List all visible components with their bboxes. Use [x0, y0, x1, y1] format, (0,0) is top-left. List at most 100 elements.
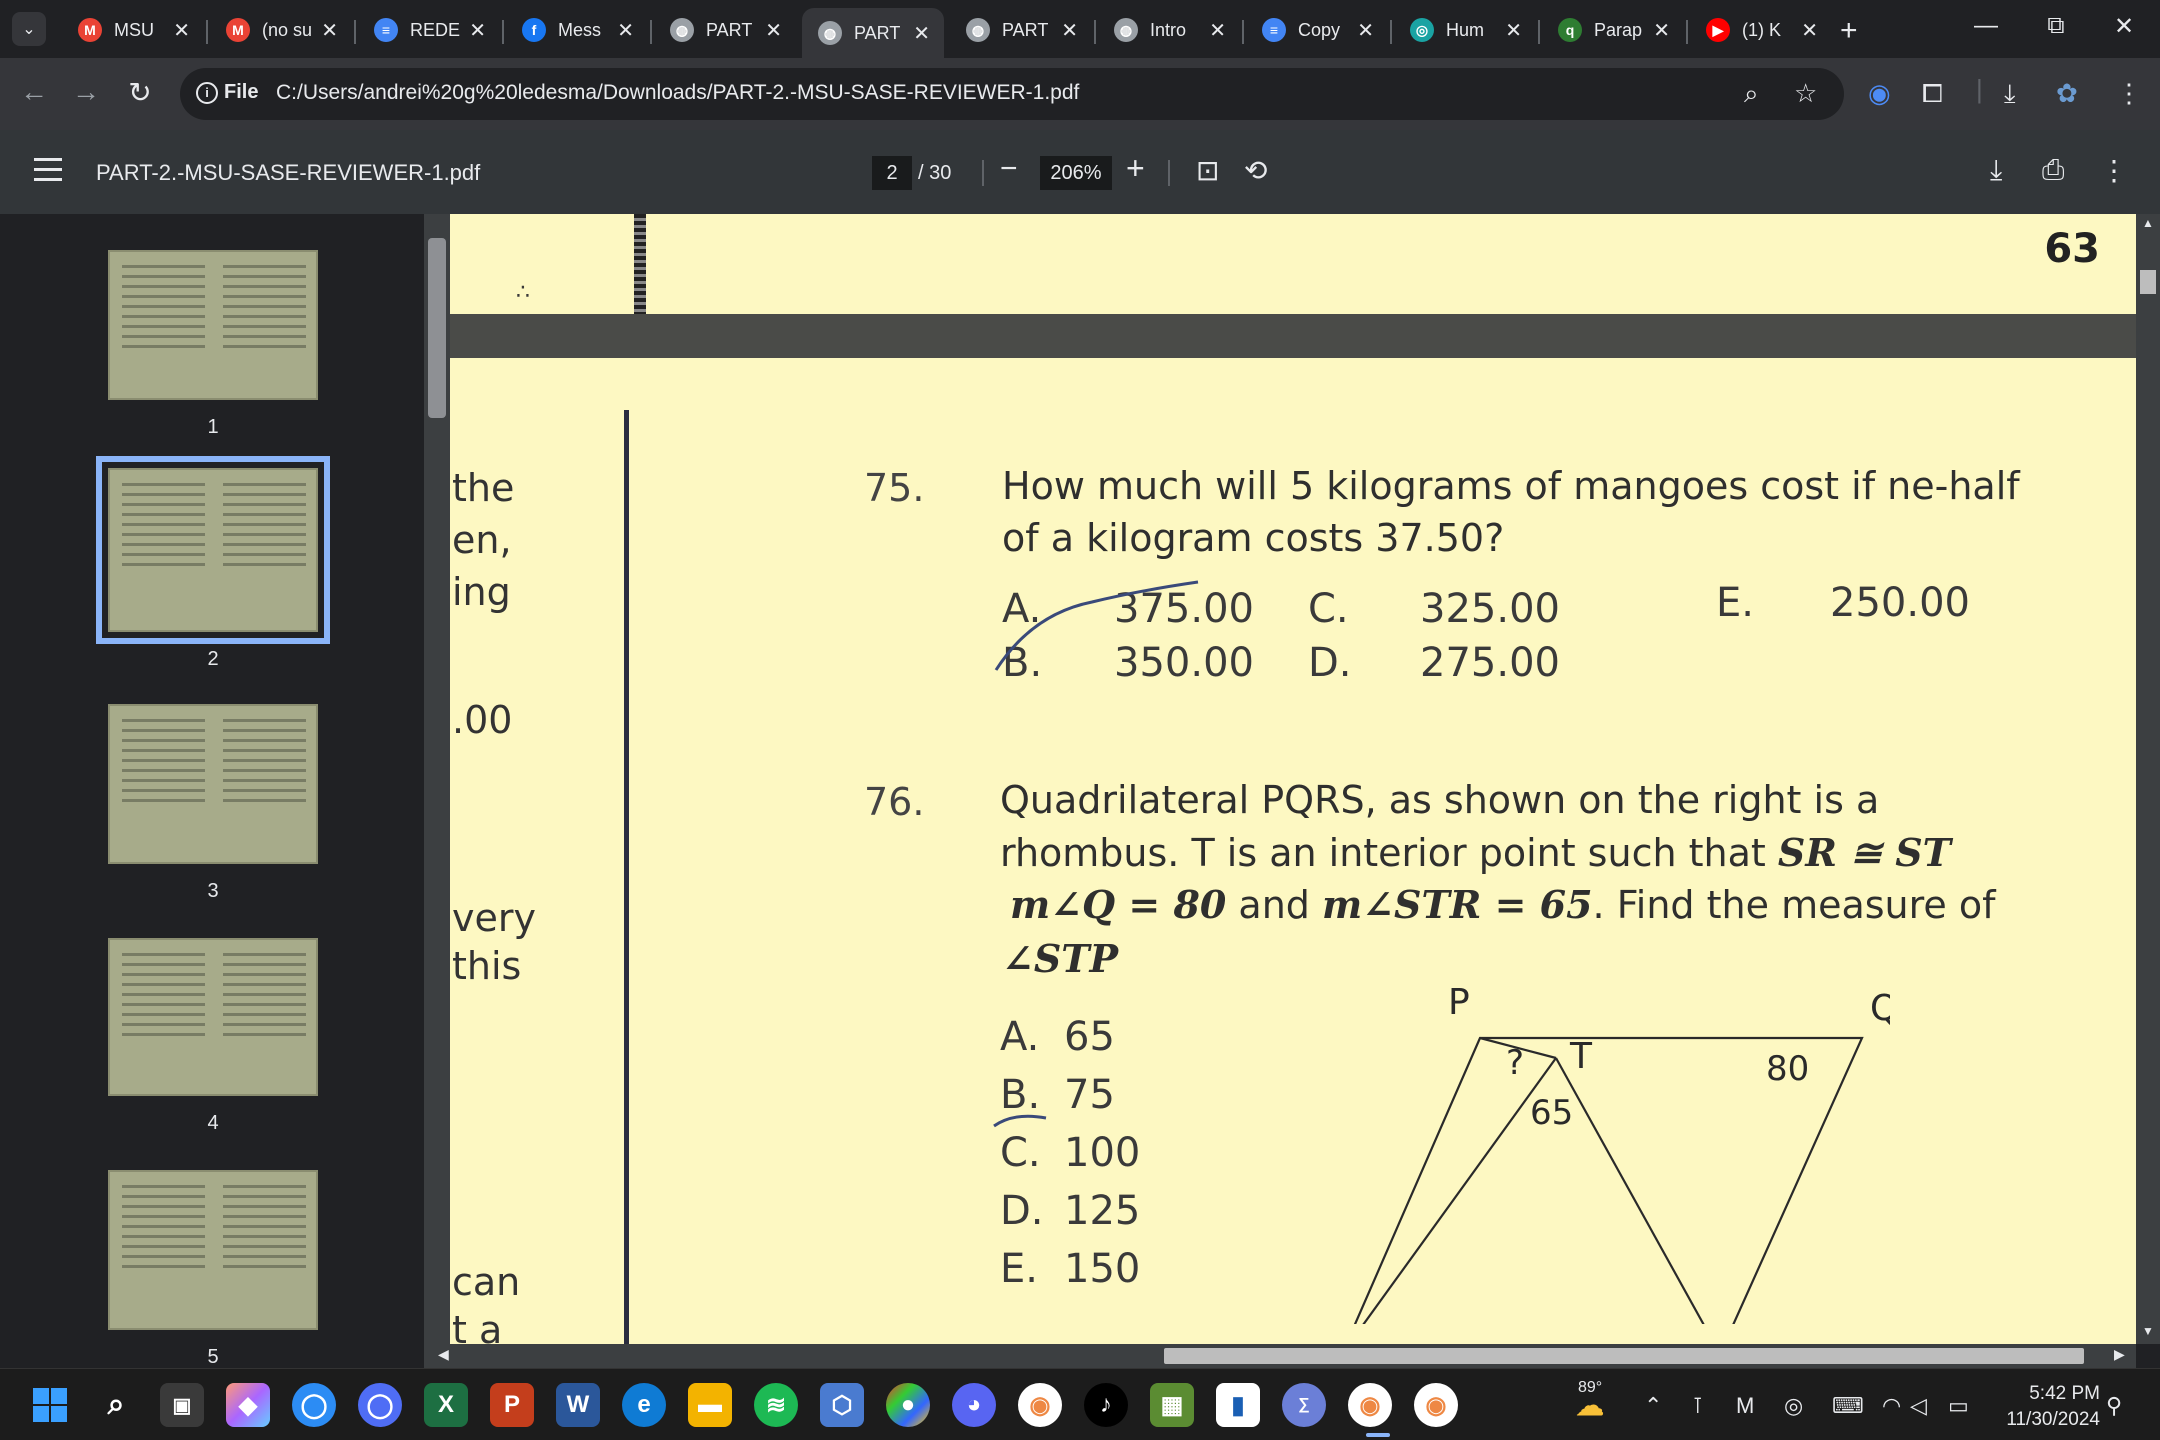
minimize-button[interactable]: —: [1966, 12, 2006, 40]
info-icon[interactable]: i: [196, 82, 218, 104]
keyboard-icon[interactable]: ⌨: [1832, 1393, 1864, 1419]
browser-tab[interactable]: M MSU ✕: [62, 8, 204, 52]
sidebar-menu-icon[interactable]: [34, 158, 62, 182]
rotate-icon[interactable]: ⟲: [1244, 154, 1267, 187]
edge-icon[interactable]: e: [622, 1383, 666, 1427]
volume-icon[interactable]: ◁: [1910, 1393, 1927, 1419]
close-icon[interactable]: ✕: [1357, 18, 1374, 43]
close-icon[interactable]: ✕: [765, 18, 782, 43]
browser-tab[interactable]: ≡ Copy ✕: [1246, 8, 1388, 52]
close-icon[interactable]: ✕: [913, 21, 930, 46]
system-clock[interactable]: 5:42 PM 11/30/2024: [2000, 1381, 2100, 1433]
browser-tab[interactable]: M (no su ✕: [210, 8, 352, 52]
search-icon[interactable]: ⌕: [94, 1383, 138, 1427]
document-viewport[interactable]: 63 ∴ the en, ing .00 very this can t a 7…: [424, 214, 2136, 1344]
page-thumbnail[interactable]: [108, 938, 318, 1096]
close-icon[interactable]: ✕: [1505, 18, 1522, 43]
battery-icon[interactable]: ▭: [1948, 1393, 1969, 1419]
task-view-icon[interactable]: ▣: [160, 1383, 204, 1427]
app-icon[interactable]: ◯: [358, 1383, 402, 1427]
forward-button[interactable]: →: [68, 76, 104, 108]
close-icon[interactable]: ✕: [469, 18, 486, 43]
browser-tab[interactable]: ≡ REDE ✕: [358, 8, 500, 52]
wifi-icon[interactable]: ◠: [1882, 1393, 1901, 1419]
discord-icon[interactable]: ◕: [952, 1383, 996, 1427]
start-button[interactable]: [28, 1383, 72, 1427]
horizontal-scrollbar[interactable]: ◀ ▶: [424, 1344, 2136, 1368]
scroll-down-icon[interactable]: ▼: [2142, 1324, 2154, 1338]
excel-icon[interactable]: X: [424, 1383, 468, 1427]
download-icon[interactable]: ⤓: [1990, 154, 2002, 187]
scroll-left-icon[interactable]: ◀: [438, 1346, 449, 1363]
browser-tab[interactable]: ◍ Intro ✕: [1098, 8, 1240, 52]
close-icon[interactable]: ✕: [1209, 18, 1226, 43]
scroll-right-icon[interactable]: ▶: [2114, 1346, 2125, 1363]
extension-icon[interactable]: ◉: [1868, 78, 1891, 109]
more-options-icon[interactable]: ⋮: [2100, 154, 2128, 187]
zoom-out-button[interactable]: −: [1000, 152, 1018, 186]
extensions-puzzle-icon[interactable]: ⧠: [1922, 78, 1943, 110]
back-button[interactable]: ←: [16, 76, 52, 108]
page-number-input[interactable]: 2: [872, 156, 912, 190]
minecraft-icon[interactable]: ▦: [1150, 1383, 1194, 1427]
scroll-up-icon[interactable]: ▲: [2142, 216, 2154, 230]
url-text[interactable]: C:/Users/andrei%20g%20ledesma/Downloads/…: [276, 81, 1079, 105]
page-thumbnail[interactable]: [96, 456, 330, 644]
browser-tab[interactable]: ◍ PART ✕: [950, 8, 1092, 52]
browser-tab[interactable]: f Mess ✕: [506, 8, 648, 52]
notifications-icon[interactable]: ⚲: [2106, 1393, 2122, 1419]
chrome-icon[interactable]: ◉: [1414, 1383, 1458, 1427]
app-icon[interactable]: ●: [886, 1383, 930, 1427]
app-icon[interactable]: ∑: [1282, 1383, 1326, 1427]
close-icon[interactable]: ✕: [173, 18, 190, 43]
tiktok-icon[interactable]: ♪: [1084, 1383, 1128, 1427]
close-icon[interactable]: ✕: [321, 18, 338, 43]
app-icon[interactable]: ⬡: [820, 1383, 864, 1427]
page-thumbnail[interactable]: [108, 250, 318, 400]
zoom-level-input[interactable]: 206%: [1040, 156, 1112, 190]
browser-tab[interactable]: ◍ PART ✕: [802, 8, 944, 58]
address-bar[interactable]: i File C:/Users/andrei%20g%20ledesma/Dow…: [180, 68, 1844, 120]
file-explorer-icon[interactable]: ▬: [688, 1383, 732, 1427]
document-scrollbar-thumb[interactable]: [2140, 270, 2156, 294]
chrome-icon[interactable]: ◉: [1348, 1383, 1392, 1427]
app-icon[interactable]: ▮: [1216, 1383, 1260, 1427]
browser-tab[interactable]: ▶ (1) K ✕: [1690, 8, 1832, 52]
page-thumbnail[interactable]: [108, 704, 318, 864]
close-window-button[interactable]: ✕: [2104, 12, 2144, 41]
tray-app-icon[interactable]: M: [1736, 1393, 1754, 1419]
zoom-icon[interactable]: ⌕: [1744, 78, 1759, 110]
browser-tab[interactable]: q Parap ✕: [1542, 8, 1684, 52]
close-icon[interactable]: ✕: [1653, 18, 1670, 43]
chrome-menu-icon[interactable]: ⋮: [2116, 78, 2142, 109]
profile-avatar[interactable]: ✿: [2056, 78, 2078, 109]
document-scrollbar[interactable]: ▲ ▼: [2136, 214, 2160, 1344]
close-icon[interactable]: ✕: [617, 18, 634, 43]
bookmark-star-icon[interactable]: ☆: [1794, 78, 1817, 109]
horizontal-scrollbar-thumb[interactable]: [1164, 1348, 2084, 1364]
close-icon[interactable]: ✕: [1801, 18, 1818, 43]
downloads-icon[interactable]: ⤓: [2004, 78, 2016, 110]
copilot-icon[interactable]: ◆: [226, 1383, 270, 1427]
browser-tab[interactable]: ◎ Hum ✕: [1394, 8, 1536, 52]
sidebar-scrollbar-thumb[interactable]: [428, 238, 446, 418]
word-icon[interactable]: W: [556, 1383, 600, 1427]
chevron-up-icon[interactable]: ⌃: [1644, 1393, 1662, 1419]
page-thumbnail[interactable]: [108, 1170, 318, 1330]
fit-to-page-icon[interactable]: ⊡: [1196, 154, 1219, 187]
reload-button[interactable]: ↻: [122, 76, 158, 109]
powerpoint-icon[interactable]: P: [490, 1383, 534, 1427]
print-icon[interactable]: ⎙: [2042, 154, 2064, 187]
sidebar-scrollbar[interactable]: [424, 214, 450, 1344]
spotify-icon[interactable]: ≋: [754, 1383, 798, 1427]
browser-tab[interactable]: ◍ PART ✕: [654, 8, 796, 52]
app-icon[interactable]: ◯: [292, 1383, 336, 1427]
tray-app-icon[interactable]: ◎: [1784, 1393, 1803, 1419]
zoom-in-button[interactable]: +: [1126, 150, 1145, 187]
tray-app-icon[interactable]: ⊺: [1692, 1393, 1703, 1419]
restore-button[interactable]: ⧉: [2036, 12, 2076, 40]
tab-search-button[interactable]: ⌄: [12, 12, 46, 46]
close-icon[interactable]: ✕: [1061, 18, 1078, 43]
chrome-icon[interactable]: ◉: [1018, 1383, 1062, 1427]
new-tab-button[interactable]: +: [1840, 14, 1858, 48]
